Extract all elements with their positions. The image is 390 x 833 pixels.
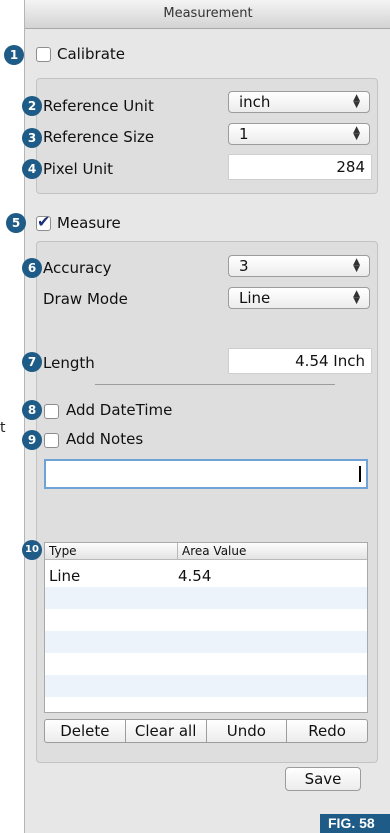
pixel-unit-field[interactable]: 284 [228, 154, 372, 180]
table-row-empty [45, 697, 367, 712]
reference-unit-value: inch [239, 93, 271, 111]
table-row-empty [45, 675, 367, 697]
stepper-arrows-icon: ▲ ▼ [353, 257, 360, 274]
reference-unit-label: Reference Unit [43, 97, 154, 115]
add-notes-checkbox[interactable] [44, 433, 59, 448]
callout-badge-5: 5 [6, 213, 26, 233]
draw-mode-value: Line [239, 289, 271, 307]
cell-area-value: 4.54 [178, 567, 212, 585]
window-title: Measurement [163, 6, 253, 21]
measurements-table[interactable]: Type Area Value Line 4.54 [44, 542, 368, 713]
measure-checkbox[interactable] [36, 212, 51, 231]
stray-text: t [0, 420, 6, 436]
length-label: Length [43, 354, 95, 372]
callout-badge-1: 1 [4, 45, 24, 65]
table-actions: Delete Clear all Undo Redo [44, 719, 368, 743]
accuracy-label: Accuracy [43, 259, 112, 277]
save-button[interactable]: Save [285, 767, 361, 791]
notes-input[interactable] [44, 459, 368, 489]
calibrate-label: Calibrate [57, 45, 125, 63]
reference-size-stepper[interactable]: 1 ▲ ▼ [228, 123, 370, 145]
callout-badge-2: 2 [22, 96, 42, 116]
table-header: Type Area Value [45, 543, 367, 560]
clear-all-button[interactable]: Clear all [126, 720, 207, 742]
accuracy-value: 3 [239, 257, 249, 275]
stepper-arrows-icon: ▲ ▼ [353, 289, 360, 306]
undo-button[interactable]: Undo [207, 720, 288, 742]
stepper-arrows-icon: ▲ ▼ [353, 125, 360, 142]
measure-label: Measure [57, 214, 121, 232]
table-row-empty [45, 653, 367, 675]
callout-badge-6: 6 [22, 258, 42, 278]
column-header-area-value[interactable]: Area Value [177, 543, 246, 559]
callout-badge-9: 9 [22, 430, 42, 450]
reference-size-value: 1 [239, 125, 249, 143]
callout-badge-7: 7 [22, 352, 42, 372]
draw-mode-select[interactable]: Line ▲ ▼ [228, 287, 370, 309]
calibrate-checkbox[interactable] [36, 47, 51, 62]
callout-badge-10: 10 [22, 540, 42, 560]
column-header-type[interactable]: Type [49, 543, 169, 559]
delete-button[interactable]: Delete [45, 720, 126, 742]
redo-button[interactable]: Redo [287, 720, 367, 742]
table-row[interactable]: Line 4.54 [45, 565, 367, 587]
table-row-empty [45, 631, 367, 653]
reference-size-label: Reference Size [43, 128, 155, 146]
add-datetime-checkbox[interactable] [44, 404, 59, 419]
reference-unit-select[interactable]: inch ▲ ▼ [228, 91, 370, 113]
text-caret [359, 466, 361, 482]
separator [95, 384, 335, 385]
accuracy-stepper[interactable]: 3 ▲ ▼ [228, 255, 370, 277]
add-notes-label: Add Notes [66, 430, 144, 448]
table-row-empty [45, 609, 367, 631]
table-row-empty [45, 587, 367, 609]
add-datetime-label: Add DateTime [66, 401, 173, 419]
pixel-unit-label: Pixel Unit [43, 160, 113, 178]
callout-badge-4: 4 [22, 159, 42, 179]
callout-badge-3: 3 [22, 128, 42, 148]
window-titlebar[interactable]: Measurement [25, 0, 390, 29]
length-field[interactable]: 4.54 Inch [228, 348, 372, 374]
stepper-arrows-icon: ▲ ▼ [353, 93, 360, 110]
cell-type: Line [49, 567, 81, 585]
figure-label: FIG. 58 [320, 814, 390, 833]
draw-mode-label: Draw Mode [43, 290, 128, 308]
callout-badge-8: 8 [22, 400, 42, 420]
